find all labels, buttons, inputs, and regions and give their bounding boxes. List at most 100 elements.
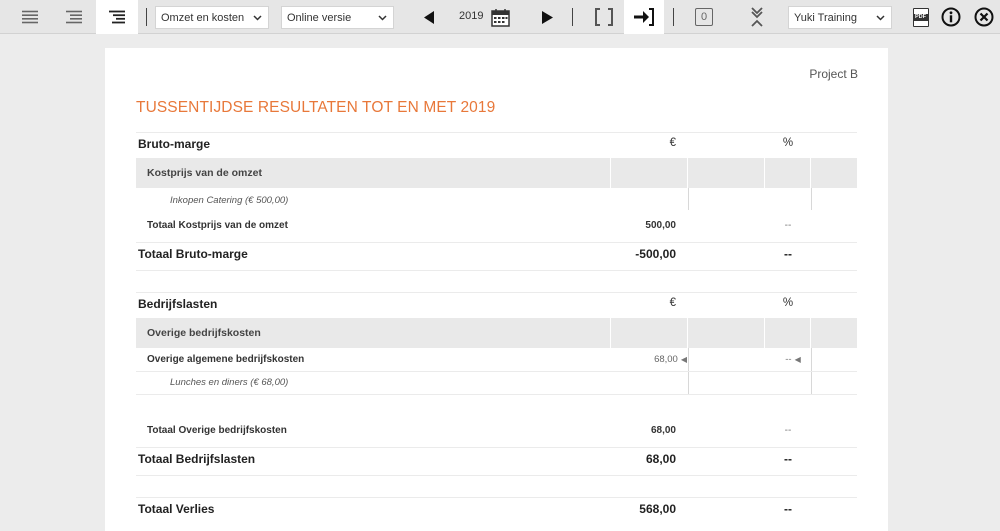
zero-toggle-button[interactable]: 0 [693, 0, 715, 34]
report-select[interactable]: Omzet en kosten [155, 6, 269, 29]
collapse-icon [751, 7, 763, 27]
collapse-button[interactable] [745, 0, 769, 34]
column-divider [764, 318, 765, 348]
close-button[interactable] [972, 0, 996, 34]
align-right-button[interactable] [58, 0, 90, 34]
row-divider [136, 497, 857, 498]
align-right-icon [66, 10, 82, 24]
next-year-button[interactable] [536, 0, 558, 34]
company-select-value: Yuki Training [794, 11, 857, 24]
export-icon [634, 8, 654, 26]
calendar-button[interactable] [488, 0, 512, 34]
general-expenses-value: 68,00 ◀ [654, 354, 687, 365]
cost-of-sales-section-label: Kostprijs van de omzet [147, 167, 262, 179]
zero-label: 0 [700, 11, 708, 23]
currency-header: € [669, 137, 676, 149]
calendar-icon [490, 8, 510, 27]
pdf-icon-label: PDF [913, 13, 928, 21]
previous-icon [423, 10, 434, 24]
column-divider [687, 318, 688, 348]
pdf-button[interactable]: PDF [910, 0, 932, 34]
align-left-icon [22, 10, 38, 24]
other-expenses-section-label: Overige bedrijfskosten [147, 327, 261, 339]
align-indent-icon [109, 10, 125, 24]
gross-margin-total-value: -500,00 [635, 247, 676, 261]
cost-of-sales-subtotal-label: Totaal Kostprijs van de omzet [147, 220, 288, 231]
report-title: TUSSENTIJDSE RESULTATEN TOT EN MET 2019 [136, 99, 496, 116]
align-left-button[interactable] [14, 0, 46, 34]
row-divider [136, 371, 857, 372]
pdf-icon: PDF [913, 7, 929, 27]
gross-margin-header-label: Bruto-marge [138, 137, 211, 151]
catering-purchases-detail[interactable]: Inkopen Catering (€ 500,00) [136, 195, 857, 209]
percent-header: % [782, 297, 794, 309]
year-value: 2019 [459, 10, 484, 22]
other-expenses-subtotal-pct: -- [784, 425, 792, 436]
info-button[interactable] [940, 0, 962, 34]
row-divider [136, 292, 857, 293]
currency-header: € [669, 297, 676, 309]
next-icon [541, 10, 553, 24]
net-loss-label: Totaal Verlies [138, 502, 215, 516]
chevron-down-icon [378, 15, 387, 21]
row-divider [136, 475, 857, 476]
operating-expenses-header: Bedrijfslasten € % [136, 297, 857, 313]
percent-header: % [782, 137, 794, 149]
catering-purchases-detail-label: Inkopen Catering (€ 500,00) [170, 195, 289, 206]
info-icon [941, 7, 961, 27]
brackets-button[interactable] [590, 0, 618, 34]
toolbar-separator [572, 8, 573, 26]
previous-year-button[interactable] [418, 0, 440, 34]
version-select-value: Online versie [287, 11, 352, 24]
chevron-down-icon [876, 15, 885, 21]
other-expenses-subtotal-value: 68,00 [650, 425, 676, 436]
align-indent-button[interactable] [96, 0, 138, 34]
lunches-dinners-detail-label: Lunches en diners (€ 68,00) [170, 377, 289, 388]
operating-expenses-total-value: 68,00 [645, 452, 676, 466]
cost-of-sales-subtotal-value: 500,00 [645, 220, 676, 231]
other-expenses-subtotal-label: Totaal Overige bedrijfskosten [147, 425, 287, 436]
operating-expenses-header-label: Bedrijfslasten [138, 297, 218, 311]
toolbar-separator [673, 8, 674, 26]
operating-expenses-total-label: Totaal Bedrijfslasten [138, 452, 256, 466]
project-name: Project B [809, 67, 858, 81]
lunches-dinners-detail[interactable]: Lunches en diners (€ 68,00) [136, 377, 857, 391]
cost-of-sales-subtotal-pct: -- [784, 220, 792, 231]
export-button[interactable] [624, 0, 664, 34]
chevron-down-icon [253, 15, 262, 21]
other-expenses-section: Overige bedrijfskosten [136, 318, 857, 348]
column-divider [610, 158, 611, 188]
expand-left-icon[interactable]: ◀ [795, 355, 801, 364]
column-divider [810, 318, 811, 348]
company-select[interactable]: Yuki Training [788, 6, 892, 29]
other-expenses-subtotal: Totaal Overige bedrijfskosten 68,00 -- [136, 425, 857, 439]
operating-expenses-total: Totaal Bedrijfslasten 68,00 -- [136, 452, 857, 468]
net-loss-value: 568,00 [639, 502, 676, 516]
toolbar-separator [146, 8, 147, 26]
general-expenses-label: Overige algemene bedrijfskosten [147, 354, 305, 365]
row-divider [136, 394, 857, 395]
zero-icon: 0 [695, 8, 713, 26]
gross-margin-total: Totaal Bruto-marge -500,00 -- [136, 247, 857, 263]
report-page: Project B TUSSENTIJDSE RESULTATEN TOT EN… [105, 48, 888, 531]
column-divider [810, 158, 811, 188]
report-select-value: Omzet en kosten [161, 11, 245, 24]
column-divider [687, 158, 688, 188]
gross-margin-header: Bruto-marge € % [136, 137, 857, 153]
gross-margin-total-pct: -- [784, 247, 792, 261]
row-divider [136, 242, 857, 243]
net-loss-total: Totaal Verlies 568,00 -- [136, 502, 857, 518]
close-icon [974, 7, 994, 27]
version-select[interactable]: Online versie [281, 6, 394, 29]
operating-expenses-total-pct: -- [784, 452, 792, 466]
row-divider [136, 270, 857, 271]
cost-of-sales-section: Kostprijs van de omzet [136, 158, 857, 188]
net-loss-pct: -- [784, 502, 792, 516]
expand-left-icon[interactable]: ◀ [681, 355, 687, 364]
general-expenses-row[interactable]: Overige algemene bedrijfskosten 68,00 ◀ -… [136, 354, 857, 368]
column-divider [764, 158, 765, 188]
row-divider [136, 447, 857, 448]
cost-of-sales-subtotal: Totaal Kostprijs van de omzet 500,00 -- [136, 220, 857, 234]
row-divider [136, 132, 857, 133]
brackets-icon [595, 8, 613, 26]
